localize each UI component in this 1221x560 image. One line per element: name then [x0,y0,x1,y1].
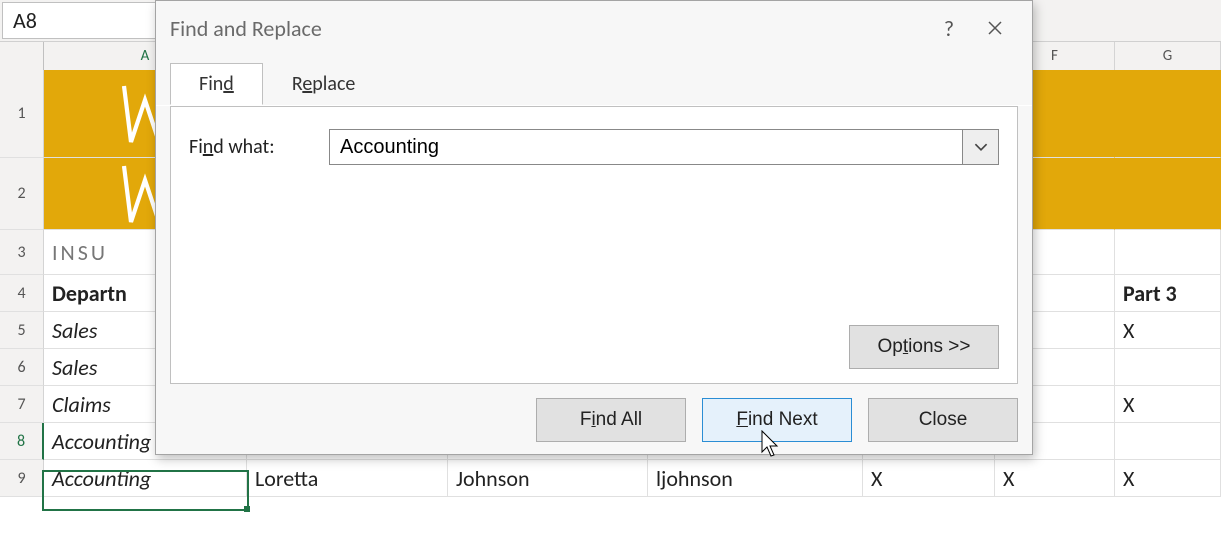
row-header-4[interactable]: 4 [0,275,44,312]
cell-g7[interactable]: X [1115,386,1221,423]
chevron-down-icon [974,140,988,154]
close-button[interactable] [972,6,1018,52]
row-header-5[interactable]: 5 [0,312,44,349]
find-what-input[interactable] [329,129,963,165]
cell-b9[interactable]: Loretta [247,460,448,497]
cell-d9[interactable]: ljohnson [648,460,863,497]
find-panel: Find what: Options >> [170,106,1018,384]
select-all-corner[interactable] [0,42,44,72]
help-button[interactable]: ? [926,6,972,52]
cell-e9[interactable]: X [863,460,995,497]
row-header-2[interactable]: 2 [0,158,44,230]
cell-g1[interactable] [1115,70,1221,158]
options-button[interactable]: Options >> [849,325,999,369]
row-header-3[interactable]: 3 [0,230,44,275]
tab-find-label: Fin [199,72,223,96]
cell-g2[interactable] [1115,158,1221,230]
col-header-g[interactable]: G [1115,42,1221,72]
tab-replace-label: R [292,72,303,96]
find-all-button[interactable]: Find All [536,398,686,442]
find-what-dropdown[interactable] [963,129,999,165]
row-header-6[interactable]: 6 [0,349,44,386]
find-next-button[interactable]: Find Next [702,398,852,442]
find-what-label: Find what: [189,135,309,159]
row-header-7[interactable]: 7 [0,386,44,423]
cell-g9[interactable]: X [1115,460,1221,497]
cell-g6[interactable] [1115,349,1221,386]
row-header-8[interactable]: 8 [0,423,44,460]
row-header-9[interactable]: 9 [0,460,44,497]
cell-g8[interactable] [1115,423,1221,460]
tab-replace[interactable]: Replace [263,63,385,105]
cell-g4[interactable]: Part 3 [1115,275,1221,312]
tab-find[interactable]: Find [170,63,263,105]
cell-g3[interactable] [1115,230,1221,275]
dialog-title: Find and Replace [170,15,322,42]
cell-a9[interactable]: Accounting [44,460,247,497]
find-and-replace-dialog: Find and Replace ? Find Replace Find wha… [155,0,1033,455]
close-dialog-button[interactable]: Close [868,398,1018,442]
cell-f9[interactable]: X [995,460,1115,497]
close-icon [987,15,1003,42]
row-header-1[interactable]: 1 [0,70,44,158]
cell-g5[interactable]: X [1115,312,1221,349]
cell-c9[interactable]: Johnson [448,460,648,497]
fill-handle[interactable] [244,506,250,512]
help-icon: ? [944,15,954,42]
